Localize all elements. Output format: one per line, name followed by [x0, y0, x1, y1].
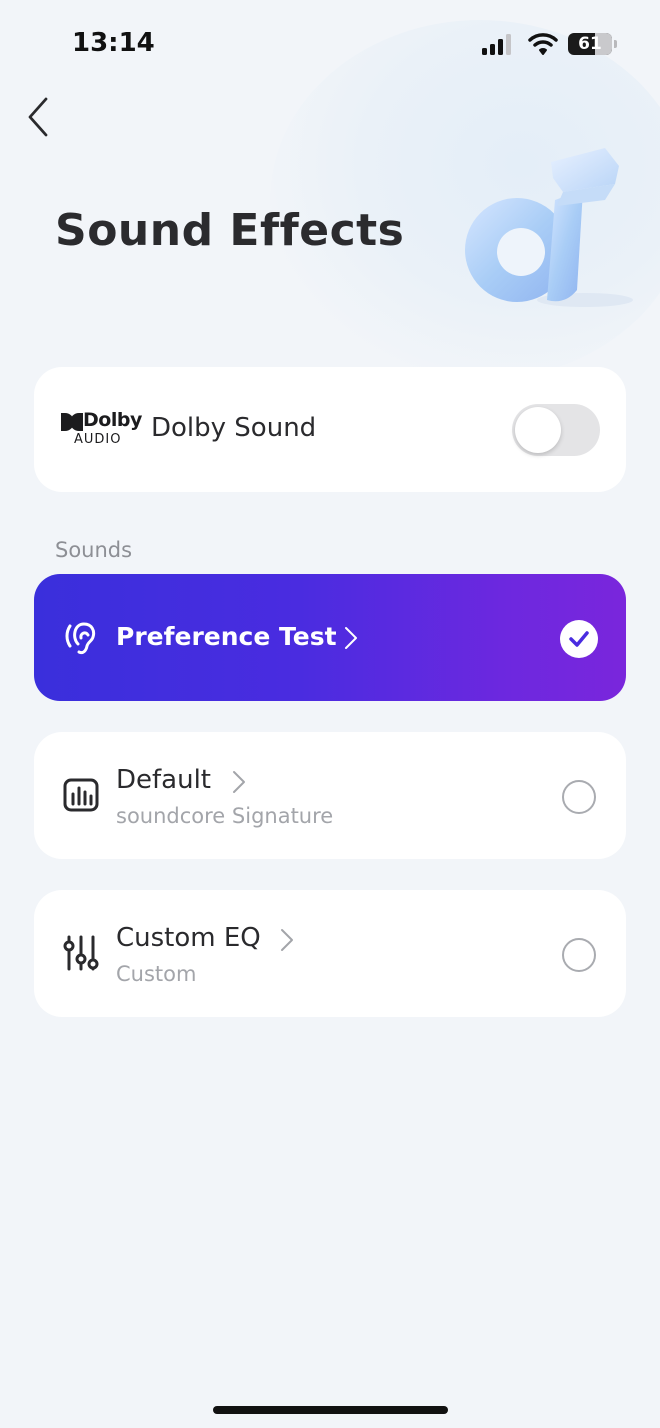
sound-option-preference-test[interactable]: Preference Test [34, 574, 626, 701]
dolby-logo-word: Dolby [83, 409, 142, 431]
default-subtitle: soundcore Signature [116, 804, 334, 828]
dolby-sound-label: Dolby Sound [151, 413, 317, 443]
battery-nub [614, 40, 617, 48]
chevron-right-icon [345, 627, 357, 649]
custom-eq-subtitle: Custom [116, 962, 197, 986]
sounds-section-label: Sounds [55, 538, 133, 562]
music-note-3d-icon [465, 148, 633, 307]
status-bar: 13:14 61 [0, 0, 660, 90]
status-time: 13:14 [72, 28, 155, 58]
home-indicator [213, 1406, 448, 1414]
chevron-left-icon [28, 97, 48, 137]
dolby-sound-card: Dolby AUDIO Dolby Sound [34, 367, 626, 492]
sound-option-custom-eq[interactable]: Custom EQ Custom [34, 890, 626, 1017]
battery-level: 61 [578, 34, 602, 54]
default-title: Default [116, 765, 211, 795]
status-icons: 61 [480, 30, 620, 60]
cellular-signal-icon [482, 34, 511, 55]
ear-icon [65, 622, 96, 655]
battery-icon: 61 [568, 33, 612, 55]
custom-eq-radio[interactable] [562, 938, 596, 972]
dolby-audio-logo: Dolby AUDIO [61, 409, 142, 451]
chevron-right-icon [233, 771, 245, 793]
sound-option-default[interactable]: Default soundcore Signature [34, 732, 626, 859]
toggle-knob [515, 407, 561, 453]
chevron-right-icon [281, 929, 293, 951]
sliders-icon [63, 935, 99, 971]
page-title: Sound Effects [55, 205, 405, 256]
back-button[interactable] [24, 95, 56, 139]
dolby-logo-sub: AUDIO [74, 432, 122, 447]
wifi-icon [528, 33, 558, 55]
equalizer-bars-icon [63, 778, 99, 812]
dolby-double-d-icon [61, 413, 83, 431]
custom-eq-title: Custom EQ [116, 923, 261, 953]
dolby-sound-toggle[interactable] [512, 404, 600, 456]
preference-test-label: Preference Test [116, 622, 337, 651]
default-radio[interactable] [562, 780, 596, 814]
selected-check-icon [560, 620, 598, 658]
